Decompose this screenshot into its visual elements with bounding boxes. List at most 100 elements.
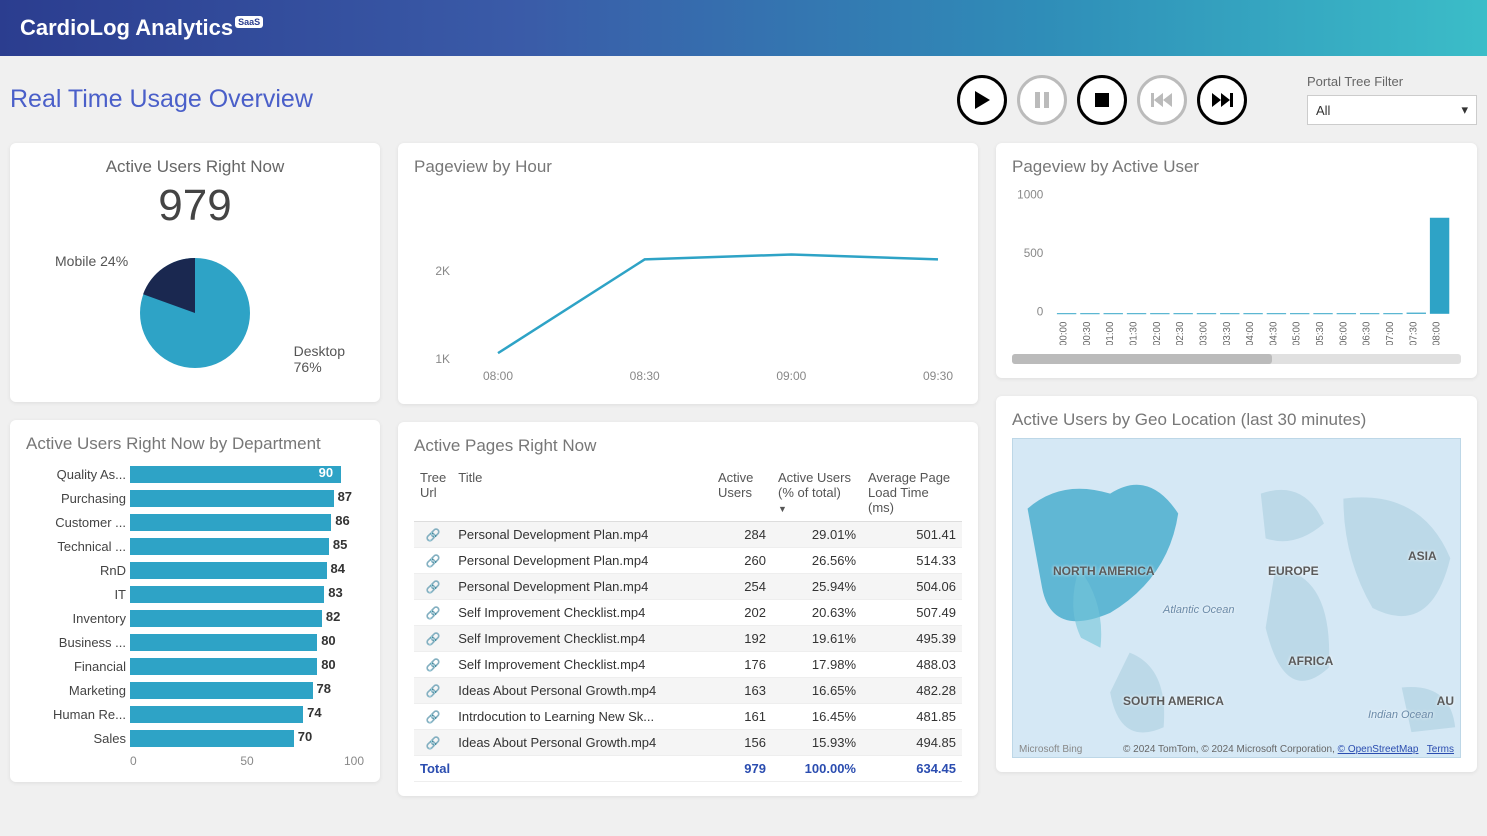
bar-label: RnD <box>26 563 130 578</box>
bar-row: Technical ... 85 <box>26 534 364 558</box>
cell-title: Intrdocution to Learning New Sk... <box>452 704 712 730</box>
bar-label: Marketing <box>26 683 130 698</box>
bar-label: Business ... <box>26 635 130 650</box>
bar-track: 83 <box>130 586 364 603</box>
svg-text:09:30: 09:30 <box>923 369 953 383</box>
cell-pct: 25.94% <box>772 574 862 600</box>
svg-text:05:00: 05:00 <box>1292 321 1303 345</box>
table-row[interactable]: 🔗 Ideas About Personal Growth.mp4 156 15… <box>414 730 962 756</box>
cell-load: 481.85 <box>862 704 962 730</box>
col-tree[interactable]: Tree Url <box>414 464 452 522</box>
link-icon[interactable]: 🔗 <box>426 606 441 620</box>
link-icon[interactable]: 🔗 <box>426 710 441 724</box>
svg-text:05:30: 05:30 <box>1315 321 1326 345</box>
chart-scrollbar[interactable] <box>1012 354 1461 364</box>
cell-pct: 16.45% <box>772 704 862 730</box>
geo-map[interactable]: NORTH AMERICA SOUTH AMERICA EUROPE AFRIC… <box>1012 438 1461 758</box>
table-row[interactable]: 🔗 Ideas About Personal Growth.mp4 163 16… <box>414 678 962 704</box>
link-icon[interactable]: 🔗 <box>426 580 441 594</box>
cell-load: 495.39 <box>862 626 962 652</box>
kpi-title: Active Users Right Now <box>26 157 364 177</box>
link-icon[interactable]: 🔗 <box>426 528 441 542</box>
bar-label: Inventory <box>26 611 130 626</box>
active-pages-table[interactable]: Tree Url Title Active Users Active Users… <box>414 464 962 782</box>
cell-title: Personal Development Plan.mp4 <box>452 522 712 548</box>
skip-back-button[interactable] <box>1137 75 1187 125</box>
map-label-indian: Indian Ocean <box>1368 709 1433 721</box>
link-icon[interactable]: 🔗 <box>426 554 441 568</box>
bar-row: Human Re... 74 <box>26 702 364 726</box>
cell-users: 163 <box>712 678 772 704</box>
link-icon[interactable]: 🔗 <box>426 658 441 672</box>
table-row[interactable]: 🔗 Self Improvement Checklist.mp4 202 20.… <box>414 600 962 626</box>
cell-load: 514.33 <box>862 548 962 574</box>
dept-bar-chart[interactable]: Quality As... 90 Purchasing 87 Customer … <box>26 462 364 750</box>
cell-pct: 16.65% <box>772 678 862 704</box>
bar-track: 80 <box>130 634 364 651</box>
link-icon[interactable]: 🔗 <box>426 684 441 698</box>
bar-track: 86 <box>130 514 364 531</box>
brand-name: CardioLog Analytics <box>20 15 233 41</box>
device-pie-chart[interactable]: Mobile 24% Desktop76% <box>105 243 285 388</box>
bar-track: 70 <box>130 730 364 747</box>
svg-text:08:00: 08:00 <box>1432 321 1443 345</box>
bar-row: Purchasing 87 <box>26 486 364 510</box>
col-load[interactable]: Average Page Load Time (ms) <box>862 464 962 522</box>
cell-users: 260 <box>712 548 772 574</box>
cell-pct: 19.61% <box>772 626 862 652</box>
cell-title: Ideas About Personal Growth.mp4 <box>452 678 712 704</box>
cell-load: 488.03 <box>862 652 962 678</box>
stop-button[interactable] <box>1077 75 1127 125</box>
bar-label: Purchasing <box>26 491 130 506</box>
svg-text:08:30: 08:30 <box>630 369 660 383</box>
table-row[interactable]: 🔗 Personal Development Plan.mp4 284 29.0… <box>414 522 962 548</box>
col-title[interactable]: Title <box>452 464 712 522</box>
app-header: CardioLog Analytics SaaS <box>0 0 1487 56</box>
table-row[interactable]: 🔗 Intrdocution to Learning New Sk... 161… <box>414 704 962 730</box>
play-button[interactable] <box>957 75 1007 125</box>
cell-title: Self Improvement Checklist.mp4 <box>452 600 712 626</box>
dept-axis: 050100 <box>130 754 364 768</box>
cell-users: 176 <box>712 652 772 678</box>
bar-track: 78 <box>130 682 364 699</box>
cell-load: 494.85 <box>862 730 962 756</box>
filter-label: Portal Tree Filter <box>1307 74 1477 89</box>
table-row[interactable]: 🔗 Personal Development Plan.mp4 260 26.5… <box>414 548 962 574</box>
bar-row: RnD 84 <box>26 558 364 582</box>
bar-track: 82 <box>130 610 364 627</box>
link-icon[interactable]: 🔗 <box>426 736 441 750</box>
table-total-row: Total 979 100.00% 634.45 <box>414 756 962 782</box>
osm-link[interactable]: © OpenStreetMap <box>1338 744 1419 755</box>
skip-forward-button[interactable] <box>1197 75 1247 125</box>
bar-row: Financial 80 <box>26 654 364 678</box>
dept-chart-title: Active Users Right Now by Department <box>26 434 364 454</box>
dashboard-content: Active Users Right Now 979 Mobile 24% De… <box>0 143 1487 806</box>
playback-controls <box>957 75 1247 125</box>
pageview-hour-title: Pageview by Hour <box>414 157 962 177</box>
middle-column: Pageview by Hour 2K 1K 08:0008:3009:0009… <box>398 143 978 796</box>
table-row[interactable]: 🔗 Self Improvement Checklist.mp4 176 17.… <box>414 652 962 678</box>
top-row: Real Time Usage Overview Portal Tree Fil… <box>0 56 1487 143</box>
cell-users: 161 <box>712 704 772 730</box>
filter-select[interactable]: All ▾ <box>1307 95 1477 125</box>
bar-label: Technical ... <box>26 539 130 554</box>
pause-button[interactable] <box>1017 75 1067 125</box>
col-pct[interactable]: Active Users (% of total)▼ <box>772 464 862 522</box>
terms-link[interactable]: Terms <box>1427 744 1454 755</box>
svg-text:02:30: 02:30 <box>1175 321 1186 345</box>
pageview-hour-chart[interactable]: 2K 1K 08:0008:3009:0009:30 <box>414 185 962 385</box>
col-users[interactable]: Active Users <box>712 464 772 522</box>
table-row[interactable]: 🔗 Self Improvement Checklist.mp4 192 19.… <box>414 626 962 652</box>
cell-pct: 15.93% <box>772 730 862 756</box>
dept-bar-card: Active Users Right Now by Department Qua… <box>10 420 380 782</box>
kpi-card: Active Users Right Now 979 Mobile 24% De… <box>10 143 380 402</box>
cell-users: 284 <box>712 522 772 548</box>
svg-text:1K: 1K <box>435 352 450 366</box>
bar-track: 87 <box>130 490 364 507</box>
link-icon[interactable]: 🔗 <box>426 632 441 646</box>
pageview-user-chart[interactable]: 1000 500 0 00:0000:3001:0001:3002:0002:3… <box>1012 185 1461 345</box>
bar-track: 74 <box>130 706 364 723</box>
kpi-value: 979 <box>26 181 364 231</box>
cell-users: 192 <box>712 626 772 652</box>
table-row[interactable]: 🔗 Personal Development Plan.mp4 254 25.9… <box>414 574 962 600</box>
